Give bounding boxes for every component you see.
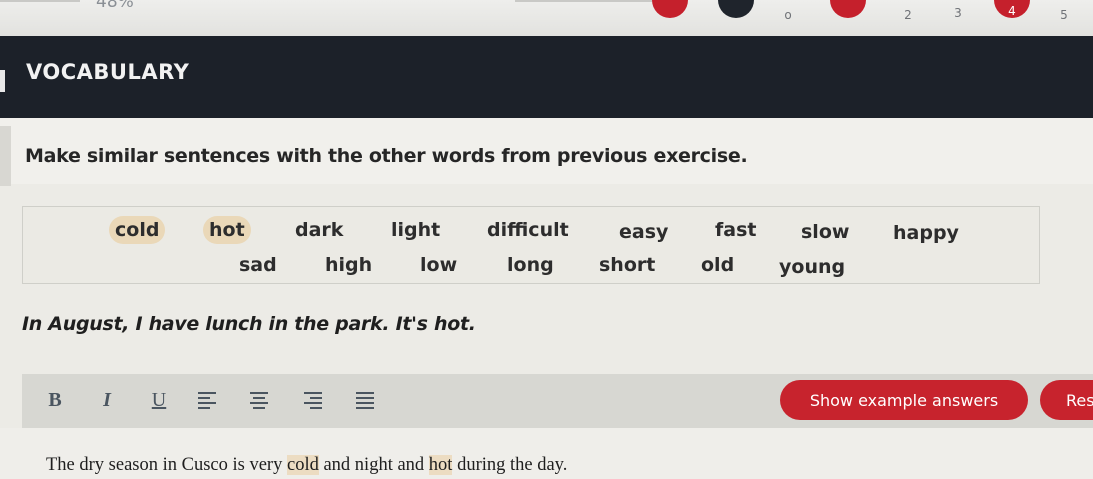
- answer-segment: during the day.: [452, 455, 568, 475]
- answer-highlight-word: hot: [428, 455, 453, 475]
- align-justify-button[interactable]: [350, 384, 380, 416]
- answer-segment: The dry season in Cusco is very: [46, 455, 287, 475]
- show-example-answers-button[interactable]: Show example answers: [780, 380, 1028, 420]
- show-answers-label: Show example answers: [809, 390, 999, 410]
- word-chip[interactable]: slow: [795, 218, 855, 246]
- word-chip[interactable]: young: [773, 253, 851, 281]
- progress-track-left: [0, 0, 80, 2]
- word-chip[interactable]: short: [593, 251, 661, 279]
- section-title: VOCABULARY: [26, 60, 190, 84]
- align-left-icon: [198, 392, 216, 409]
- align-center-button[interactable]: [244, 384, 274, 416]
- bold-button[interactable]: B: [40, 384, 70, 416]
- word-chip[interactable]: light: [385, 216, 446, 244]
- instruction-text: Make similar sentences with the other wo…: [25, 145, 748, 167]
- progress-step-1[interactable]: [652, 0, 688, 18]
- word-chip[interactable]: cold: [109, 216, 166, 244]
- bold-label: B: [48, 388, 62, 411]
- align-right-button[interactable]: [298, 384, 328, 416]
- reset-label: Res: [1066, 390, 1093, 410]
- left-rail: [0, 126, 11, 186]
- word-chip[interactable]: dark: [289, 216, 349, 244]
- header-accent-bar: [0, 70, 5, 92]
- progress-step-6[interactable]: 3: [940, 0, 976, 20]
- word-chip[interactable]: hot: [203, 216, 251, 244]
- align-center-icon: [250, 392, 268, 409]
- example-sentence: In August, I have lunch in the park. It'…: [22, 313, 476, 335]
- progress-step-3[interactable]: o: [770, 0, 806, 22]
- progress-step-2[interactable]: [718, 0, 754, 18]
- progress-step-4[interactable]: [830, 0, 866, 18]
- answer-text[interactable]: The dry season in Cusco is very cold and…: [46, 455, 567, 476]
- answer-highlight-word: cold: [286, 455, 319, 475]
- align-justify-icon: [356, 392, 374, 409]
- underline-label: U: [151, 388, 167, 411]
- word-chip[interactable]: happy: [887, 219, 965, 247]
- word-chip[interactable]: easy: [613, 218, 674, 246]
- editor-toolbar: B I U Show example answers Res: [22, 374, 1093, 428]
- align-right-icon: [304, 392, 322, 409]
- progress-track-mid: [515, 0, 655, 2]
- progress-percent: 48%: [96, 0, 134, 12]
- progress-step-8[interactable]: 5: [1046, 0, 1082, 22]
- answer-segment: and night and: [318, 455, 429, 475]
- word-chip[interactable]: old: [695, 251, 740, 279]
- progress-bar: 48% o 2 3 4 5: [0, 0, 1093, 36]
- underline-button[interactable]: U: [144, 384, 174, 416]
- word-bank: cold hot dark light difficult easy fast …: [22, 206, 1040, 284]
- italic-label: I: [103, 388, 111, 411]
- italic-button[interactable]: I: [92, 384, 122, 416]
- word-chip[interactable]: long: [501, 251, 560, 279]
- progress-step-7[interactable]: 4: [994, 0, 1030, 18]
- word-chip[interactable]: high: [319, 251, 378, 279]
- word-chip[interactable]: low: [414, 251, 463, 279]
- section-header: VOCABULARY: [0, 36, 1093, 118]
- word-chip[interactable]: sad: [233, 251, 283, 279]
- reset-button[interactable]: Res: [1040, 380, 1093, 420]
- progress-step-5[interactable]: 2: [890, 0, 926, 22]
- word-chip[interactable]: fast: [709, 216, 762, 244]
- word-chip[interactable]: difficult: [481, 216, 575, 244]
- align-left-button[interactable]: [192, 384, 222, 416]
